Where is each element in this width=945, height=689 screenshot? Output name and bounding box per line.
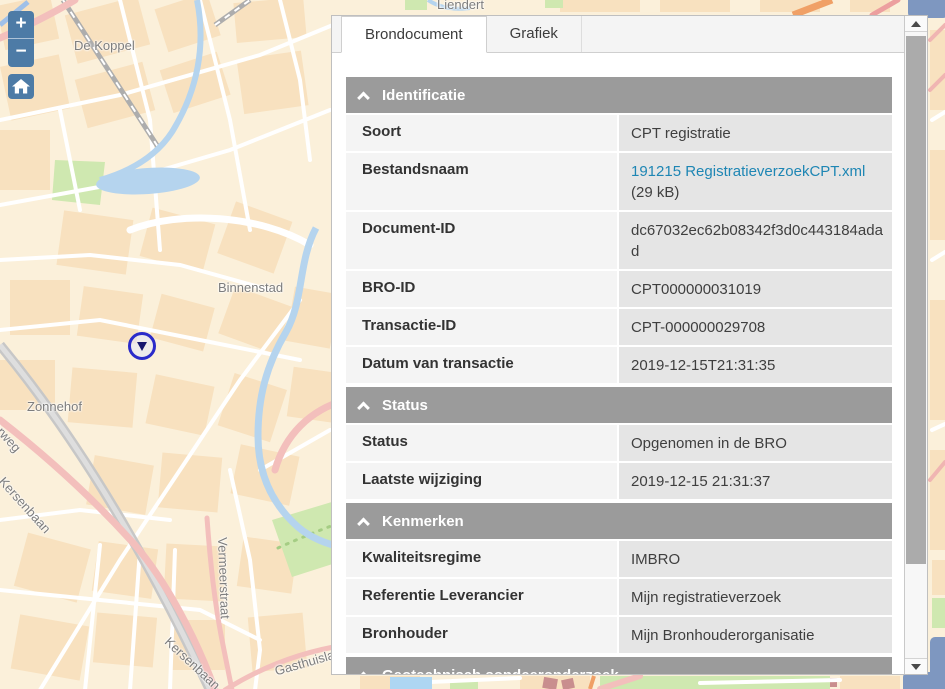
section-title: Identificatie bbox=[382, 87, 465, 104]
scroll-up-button[interactable] bbox=[905, 16, 927, 32]
map-zoom-controls: + − bbox=[8, 11, 34, 67]
table-row: Datum van transactie 2019-12-15T21:31:35 bbox=[346, 347, 892, 383]
tab-bar: Brondocument Grafiek bbox=[332, 16, 904, 53]
scrollbar-thumb[interactable] bbox=[906, 36, 926, 564]
row-value: 2019-12-15T21:31:35 bbox=[619, 347, 892, 383]
row-label: Bronhouder bbox=[346, 617, 617, 653]
row-label: Transactie-ID bbox=[346, 309, 617, 345]
table-row: Document-ID dc67032ec62b08342f3d0c443184… bbox=[346, 212, 892, 269]
map-corner-button-side[interactable] bbox=[930, 637, 945, 683]
map-label-liendert: Liendert bbox=[437, 0, 484, 12]
row-value: CPT-000000029708 bbox=[619, 309, 892, 345]
map-label-zonnehof: Zonnehof bbox=[27, 399, 82, 414]
tab-brondocument[interactable]: Brondocument bbox=[341, 16, 487, 53]
table-row: Kwaliteitsregime IMBRO bbox=[346, 541, 892, 577]
row-value: CPT registratie bbox=[619, 115, 892, 151]
chevron-up-icon bbox=[357, 92, 370, 105]
row-value: CPT000000031019 bbox=[619, 271, 892, 307]
section-title: Geotechnisch sondeeronderzoek bbox=[382, 667, 619, 675]
table-row: Laatste wijziging 2019-12-15 21:31:37 bbox=[346, 463, 892, 499]
app-window: Liendert De Koppel Binnenstad Zonnehof k… bbox=[0, 0, 945, 689]
chevron-up-icon bbox=[357, 672, 370, 674]
row-label: Bestandsnaam bbox=[346, 153, 617, 210]
scrollbar[interactable] bbox=[904, 16, 927, 674]
row-label: Laatste wijziging bbox=[346, 463, 617, 499]
panel-content: Identificatie Soort CPT registratie Best… bbox=[332, 53, 904, 674]
table-row: Bestandsnaam 191215 RegistratieverzoekCP… bbox=[346, 153, 892, 210]
section-title: Kenmerken bbox=[382, 513, 464, 530]
tab-label: Grafiek bbox=[510, 25, 558, 42]
zoom-out-button[interactable]: − bbox=[8, 39, 34, 67]
tab-label: Brondocument bbox=[365, 26, 463, 43]
row-value: IMBRO bbox=[619, 541, 892, 577]
row-label: Datum van transactie bbox=[346, 347, 617, 383]
table-row: Referentie Leverancier Mijn registratiev… bbox=[346, 579, 892, 615]
section-header-status[interactable]: Status bbox=[346, 387, 892, 423]
detail-panel: Brondocument Grafiek Identificatie Soort… bbox=[331, 15, 928, 675]
row-label: Status bbox=[346, 425, 617, 461]
map-marker[interactable] bbox=[125, 329, 159, 363]
map-label-vermeerstraat: Vermeerstraat bbox=[215, 537, 233, 619]
section-header-identificatie[interactable]: Identificatie bbox=[346, 77, 892, 113]
row-label: BRO-ID bbox=[346, 271, 617, 307]
row-value: Mijn registratieverzoek bbox=[619, 579, 892, 615]
row-value: 2019-12-15 21:31:37 bbox=[619, 463, 892, 499]
row-value: dc67032ec62b08342f3d0c443184adad bbox=[619, 212, 892, 269]
table-row: Transactie-ID CPT-000000029708 bbox=[346, 309, 892, 345]
file-size: (29 kB) bbox=[631, 184, 679, 201]
chevron-up-icon bbox=[357, 518, 370, 531]
file-link[interactable]: 191215 RegistratieverzoekCPT.xml bbox=[631, 163, 865, 180]
table-row: Soort CPT registratie bbox=[346, 115, 892, 151]
table-row: Bronhouder Mijn Bronhouderorganisatie bbox=[346, 617, 892, 653]
row-value: Opgenomen in de BRO bbox=[619, 425, 892, 461]
section-title: Status bbox=[382, 397, 428, 414]
tab-grafiek[interactable]: Grafiek bbox=[487, 16, 582, 52]
row-label: Soort bbox=[346, 115, 617, 151]
section-header-kenmerken[interactable]: Kenmerken bbox=[346, 503, 892, 539]
table-row: BRO-ID CPT000000031019 bbox=[346, 271, 892, 307]
row-label: Referentie Leverancier bbox=[346, 579, 617, 615]
home-icon bbox=[12, 79, 30, 94]
scroll-down-button[interactable] bbox=[905, 658, 927, 674]
section-header-geotechnisch-sondeeronderzoek[interactable]: Geotechnisch sondeeronderzoek bbox=[346, 657, 892, 674]
triangle-up-icon bbox=[911, 21, 921, 27]
zoom-in-button[interactable]: + bbox=[8, 11, 34, 39]
row-label: Document-ID bbox=[346, 212, 617, 269]
chevron-up-icon bbox=[357, 402, 370, 415]
map-label-de-koppel: De Koppel bbox=[74, 38, 135, 53]
map-label-binnenstad: Binnenstad bbox=[218, 280, 283, 295]
home-button[interactable] bbox=[8, 74, 34, 99]
triangle-down-icon bbox=[911, 664, 921, 670]
table-row: Status Opgenomen in de BRO bbox=[346, 425, 892, 461]
row-value: 191215 RegistratieverzoekCPT.xml (29 kB) bbox=[619, 153, 892, 210]
row-label: Kwaliteitsregime bbox=[346, 541, 617, 577]
row-value: Mijn Bronhouderorganisatie bbox=[619, 617, 892, 653]
